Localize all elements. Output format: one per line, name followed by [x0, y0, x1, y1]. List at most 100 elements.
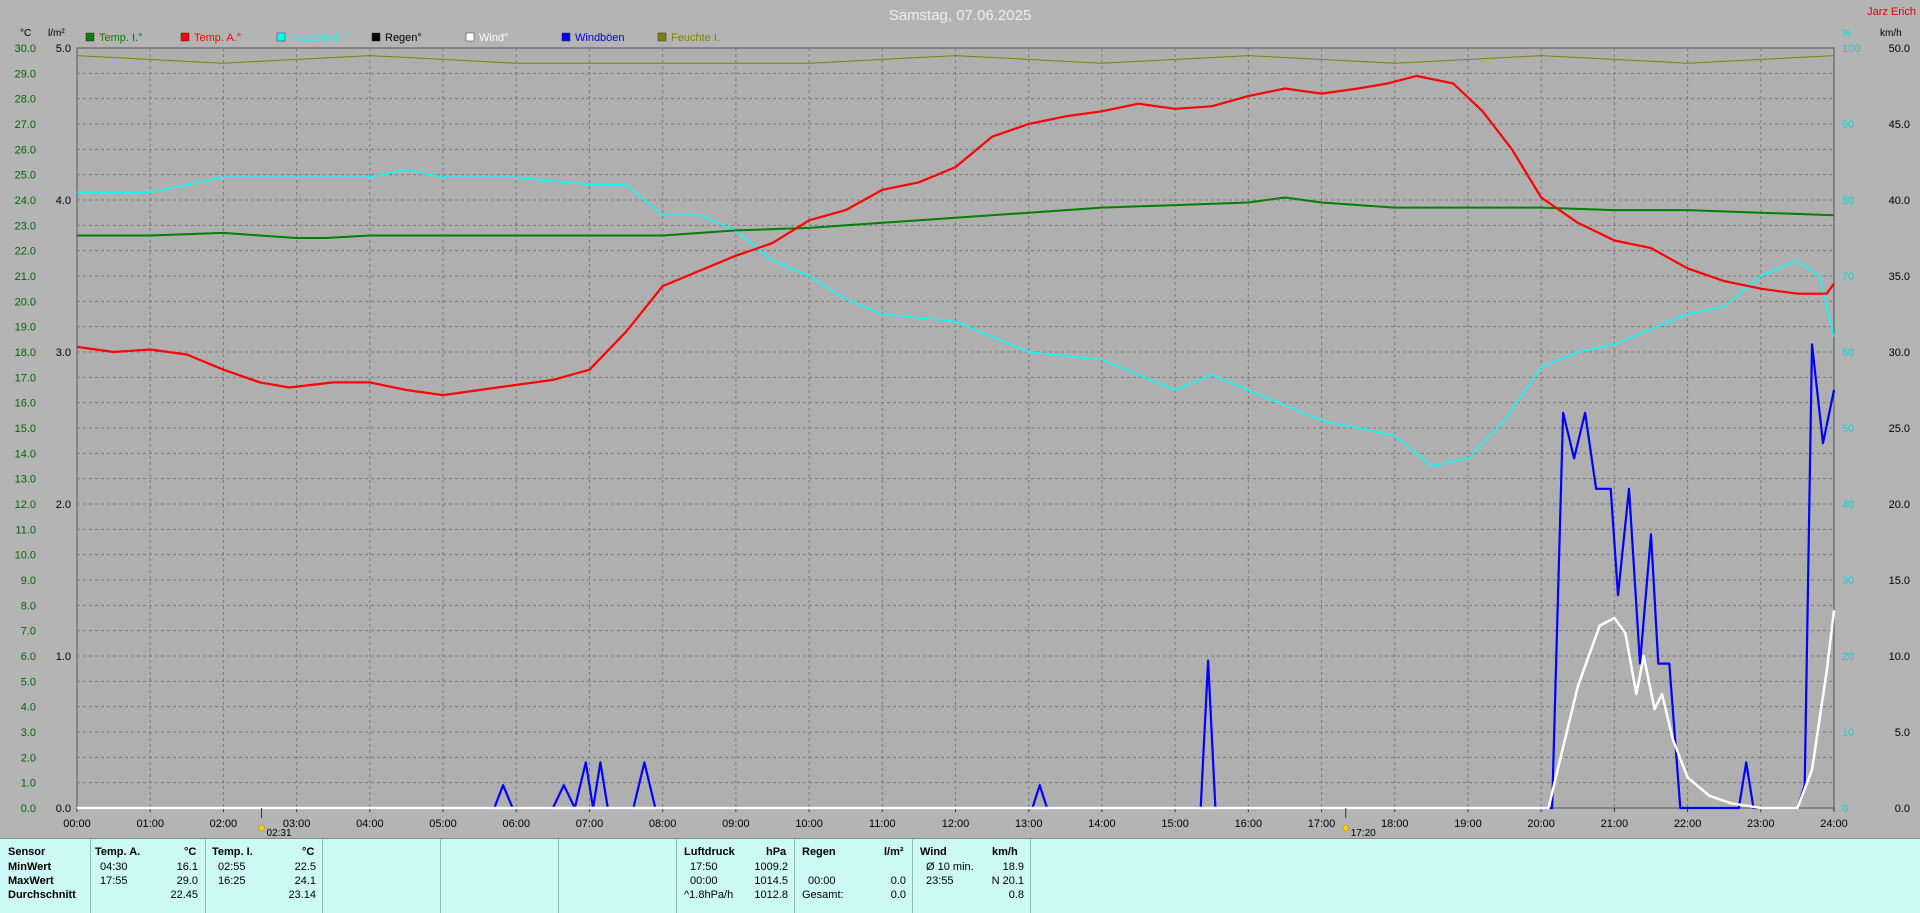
temp-a-min-time: 04:30	[100, 861, 128, 873]
temp-a-max-time: 17:55	[100, 875, 128, 887]
temp-tick-label: 27.0	[15, 119, 36, 131]
humidity-tick-label: 100	[1842, 43, 1860, 55]
x-tick-label: 24:00	[1820, 818, 1848, 830]
sunset-icon	[1342, 824, 1349, 832]
column-divider	[205, 839, 206, 913]
x-tick-label: 00:00	[63, 818, 91, 830]
pressure-max: 1014.5	[754, 875, 788, 887]
x-tick-label: 16:00	[1235, 818, 1263, 830]
rain-axis-unit: l/m²	[48, 28, 65, 39]
temp-axis-unit: °C	[20, 28, 31, 39]
humidity-tick-label: 10	[1842, 727, 1854, 739]
x-tick-label: 06:00	[502, 818, 530, 830]
column-divider	[90, 839, 91, 913]
temp-tick-label: 19.0	[15, 322, 36, 334]
x-tick-label: 07:00	[576, 818, 604, 830]
temp-tick-label: 3.0	[21, 727, 36, 739]
humidity-tick-label: 70	[1842, 271, 1854, 283]
wind-axis-unit: km/h	[1880, 28, 1902, 39]
temp-tick-label: 8.0	[21, 600, 36, 612]
x-tick-label: 18:00	[1381, 818, 1409, 830]
x-tick-label: 23:00	[1747, 818, 1775, 830]
column-divider	[440, 839, 441, 913]
wind-avg: 18.9	[1002, 861, 1024, 873]
x-tick-label: 20:00	[1527, 818, 1555, 830]
temp-tick-label: 15.0	[15, 423, 36, 435]
legend-swatch	[85, 32, 95, 42]
x-tick-label: 13:00	[1015, 818, 1043, 830]
x-tick-label: 10:00	[795, 818, 823, 830]
x-tick-label: 17:00	[1308, 818, 1336, 830]
rain-tick-label: 5.0	[56, 43, 71, 55]
x-tick-label: 15:00	[1161, 818, 1189, 830]
legend-swatch	[276, 32, 286, 42]
humidity-tick-label: 50	[1842, 423, 1854, 435]
temp-tick-label: 25.0	[15, 170, 36, 182]
temp-tick-label: 26.0	[15, 144, 36, 156]
legend-label: Regen°	[385, 32, 422, 44]
temp-a-max: 29.0	[176, 875, 198, 887]
rain-max-time: 00:00	[808, 875, 836, 887]
wind-tick-label: 5.0	[1895, 727, 1910, 739]
humidity-tick-label: 0	[1842, 803, 1848, 815]
legend-swatch	[657, 32, 667, 42]
legend-label: Feuchte A.°	[290, 32, 347, 44]
legend-label: Feuchte I.	[671, 32, 720, 44]
temp-a-min: 16.1	[176, 861, 198, 873]
rain-max: 0.0	[890, 875, 906, 887]
temp-tick-label: 1.0	[21, 778, 36, 790]
x-tick-label: 12:00	[942, 818, 970, 830]
legend-label: Temp. A.°	[194, 32, 241, 44]
legend-label: Wind°	[479, 32, 508, 44]
temp-tick-label: 9.0	[21, 575, 36, 587]
temp-tick-label: 28.0	[15, 94, 36, 106]
legend-label: Temp. I.°	[99, 32, 143, 44]
wind-mean: 0.8	[1008, 889, 1024, 901]
temp-tick-label: 21.0	[15, 271, 36, 283]
temp-i-min: 22.5	[294, 861, 316, 873]
temp-tick-label: 5.0	[21, 676, 36, 688]
rain-tick-label: 1.0	[56, 651, 71, 663]
legend-label: Windböen	[575, 32, 625, 44]
rain-tick-label: 0.0	[56, 803, 71, 815]
wind-tick-label: 25.0	[1889, 423, 1910, 435]
column-divider	[1030, 839, 1031, 913]
temp-i-header: Temp. I.	[212, 846, 253, 858]
sensor-header: Sensor	[8, 846, 46, 858]
temp-tick-label: 13.0	[15, 474, 36, 486]
rain-header: Regen	[802, 846, 836, 858]
legend-swatch	[371, 32, 381, 42]
avg-row-label: Durchschnitt	[8, 889, 76, 901]
marker-time: 02:31	[266, 828, 291, 838]
temp-tick-label: 24.0	[15, 195, 36, 207]
x-tick-label: 09:00	[722, 818, 750, 830]
rain-total: 0.0	[890, 889, 906, 901]
wind-max: N 20.1	[991, 875, 1024, 887]
legend-swatch	[180, 32, 190, 42]
rain-unit: l/m²	[884, 846, 904, 858]
sunrise-icon	[258, 824, 265, 832]
temp-i-min-time: 02:55	[218, 861, 246, 873]
temp-tick-label: 6.0	[21, 651, 36, 663]
temp-tick-label: 30.0	[15, 43, 36, 55]
temp-i-unit: °C	[302, 846, 315, 858]
rain-tick-label: 4.0	[56, 195, 71, 207]
x-tick-label: 04:00	[356, 818, 384, 830]
wind-avg-label: Ø 10 min.	[926, 861, 974, 873]
statistics-panel: Sensor MinWert MaxWert Durchschnitt Temp…	[0, 838, 1920, 913]
x-tick-label: 02:00	[210, 818, 238, 830]
pressure-trend-value: 1012.8	[754, 889, 788, 901]
column-divider	[912, 839, 913, 913]
temp-i-max-time: 16:25	[218, 875, 246, 887]
humidity-tick-label: 30	[1842, 575, 1854, 587]
pressure-max-time: 00:00	[690, 875, 718, 887]
weather-chart: Samstag, 07.06.2025 Jarz Erich °C l/m² %…	[0, 0, 1920, 838]
wind-header: Wind	[920, 846, 947, 858]
legend-swatch	[561, 32, 571, 42]
corner-label: Jarz Erich	[1867, 6, 1916, 18]
temp-tick-label: 14.0	[15, 448, 36, 460]
wind-max-time: 23:55	[926, 875, 954, 887]
pressure-header: Luftdruck	[684, 846, 735, 858]
min-row-label: MinWert	[8, 861, 52, 873]
temp-tick-label: 29.0	[15, 68, 36, 80]
